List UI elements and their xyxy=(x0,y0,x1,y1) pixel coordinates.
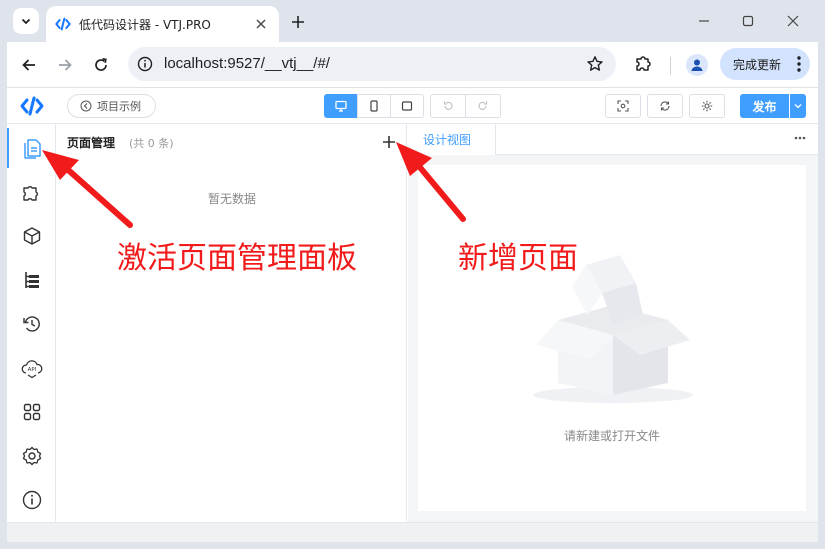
app-header: 项目示例 发布 xyxy=(7,88,818,124)
tablet-view-button[interactable] xyxy=(390,94,424,118)
mobile-icon xyxy=(370,100,378,112)
chevron-down-icon xyxy=(794,104,802,109)
sidebar-item-apps[interactable] xyxy=(7,390,56,434)
minimize-button[interactable] xyxy=(693,10,715,32)
site-info-icon[interactable] xyxy=(136,55,154,73)
sidebar-item-history[interactable] xyxy=(7,302,56,346)
annotation-add-page: 新增页面 xyxy=(458,241,578,276)
browser-tab-bar: 低代码设计器 - VTJ.PRO xyxy=(0,0,825,42)
plus-icon xyxy=(383,136,395,148)
publish-dropdown-button[interactable] xyxy=(790,94,806,118)
arrow-right-icon xyxy=(59,59,72,71)
tab-search-button[interactable] xyxy=(13,8,39,34)
status-bar xyxy=(7,522,818,542)
chevron-down-icon xyxy=(21,18,31,25)
profile-avatar-icon[interactable] xyxy=(686,54,708,76)
plus-icon xyxy=(292,16,304,28)
mobile-view-button[interactable] xyxy=(357,94,391,118)
undo-button[interactable] xyxy=(430,94,466,118)
annotation-activate-panel: 激活页面管理面板 xyxy=(117,241,357,276)
device-switcher xyxy=(324,94,424,118)
sidebar-item-about[interactable] xyxy=(7,478,56,522)
puzzle-icon xyxy=(22,186,38,201)
left-sidebar: API xyxy=(7,124,56,522)
tab-design-view[interactable]: 设计视图 xyxy=(408,124,496,155)
apps-icon xyxy=(23,403,40,421)
project-demo-button[interactable]: 项目示例 xyxy=(67,94,156,118)
workspace-tabs: 设计视图 xyxy=(408,124,818,155)
info-icon xyxy=(22,490,41,510)
maximize-button[interactable] xyxy=(737,10,759,32)
sidebar-item-outline[interactable] xyxy=(7,258,56,302)
bookmark-star-icon[interactable] xyxy=(586,55,604,73)
right-toolbar xyxy=(605,94,725,118)
toolbar-divider xyxy=(670,57,671,75)
circle-arrow-left-icon xyxy=(80,100,92,112)
browser-tab[interactable]: 低代码设计器 - VTJ.PRO xyxy=(46,6,279,42)
tablet-icon xyxy=(401,101,413,111)
vtj-logo-icon[interactable] xyxy=(20,96,44,116)
sidebar-item-components[interactable] xyxy=(7,170,56,214)
back-button[interactable] xyxy=(17,53,41,77)
url-text: localhost:9527/__vtj__/#/ xyxy=(164,55,330,72)
redo-button[interactable] xyxy=(465,94,501,118)
project-demo-label: 项目示例 xyxy=(97,100,141,113)
sidebar-item-api[interactable]: API xyxy=(7,346,56,390)
redo-icon xyxy=(478,101,488,110)
empty-state-text: 暂无数据 xyxy=(207,192,256,206)
reload-icon xyxy=(95,57,107,71)
more-horizontal-icon[interactable] xyxy=(794,136,806,140)
panel-title: 页面管理 xyxy=(67,136,116,150)
publish-button[interactable]: 发布 xyxy=(740,94,789,118)
address-bar[interactable]: localhost:9527/__vtj__/#/ xyxy=(128,47,616,81)
vtj-logo-icon xyxy=(55,16,71,32)
scan-icon xyxy=(617,100,629,112)
refresh-icon xyxy=(660,101,670,111)
history-controls xyxy=(430,94,501,118)
settings-button[interactable] xyxy=(689,94,725,118)
sidebar-item-settings[interactable] xyxy=(7,434,56,478)
forward-button[interactable] xyxy=(53,53,77,77)
desktop-view-button[interactable] xyxy=(324,94,358,118)
refresh-button[interactable] xyxy=(647,94,683,118)
sidebar-item-pages[interactable] xyxy=(7,126,56,170)
window-frame-left xyxy=(0,42,7,549)
minimize-icon xyxy=(699,20,709,22)
panel-count: (共 0 条) xyxy=(129,137,174,150)
gear-icon xyxy=(701,100,713,112)
maximize-icon xyxy=(742,15,754,27)
page-management-panel: 页面管理 (共 0 条) 暂无数据 xyxy=(57,124,407,522)
pages-icon xyxy=(23,139,41,159)
tab-title: 低代码设计器 - VTJ.PRO xyxy=(79,17,211,32)
reload-button[interactable] xyxy=(89,53,113,77)
new-tab-button[interactable] xyxy=(287,11,309,33)
close-window-button[interactable] xyxy=(782,10,804,32)
workspace-empty-text: 请新建或打开文件 xyxy=(563,429,660,443)
arrow-left-icon xyxy=(22,59,35,71)
window-frame-bottom xyxy=(0,542,825,549)
more-vertical-icon xyxy=(797,56,801,72)
window-frame-right xyxy=(818,42,825,549)
history-icon xyxy=(22,316,40,332)
sidebar-item-blocks[interactable] xyxy=(7,214,56,258)
update-button[interactable]: 完成更新 xyxy=(720,48,810,80)
gear-icon xyxy=(22,446,41,466)
close-tab-icon[interactable] xyxy=(253,16,269,32)
design-canvas: 请新建或打开文件 xyxy=(418,165,806,511)
browser-toolbar: localhost:9527/__vtj__/#/ 完成更新 xyxy=(0,42,825,88)
svg-text:API: API xyxy=(27,367,36,373)
extensions-puzzle-icon[interactable] xyxy=(633,53,655,75)
tree-icon xyxy=(24,272,39,288)
cube-icon xyxy=(23,227,40,245)
api-cloud-icon: API xyxy=(21,360,42,379)
undo-icon xyxy=(443,101,453,110)
add-page-button[interactable] xyxy=(381,134,397,150)
desktop-icon xyxy=(335,100,347,112)
close-icon xyxy=(787,15,799,27)
preview-button[interactable] xyxy=(605,94,641,118)
design-workspace: 设计视图 请新建或打开文件 xyxy=(408,124,818,522)
update-label: 完成更新 xyxy=(733,57,782,72)
